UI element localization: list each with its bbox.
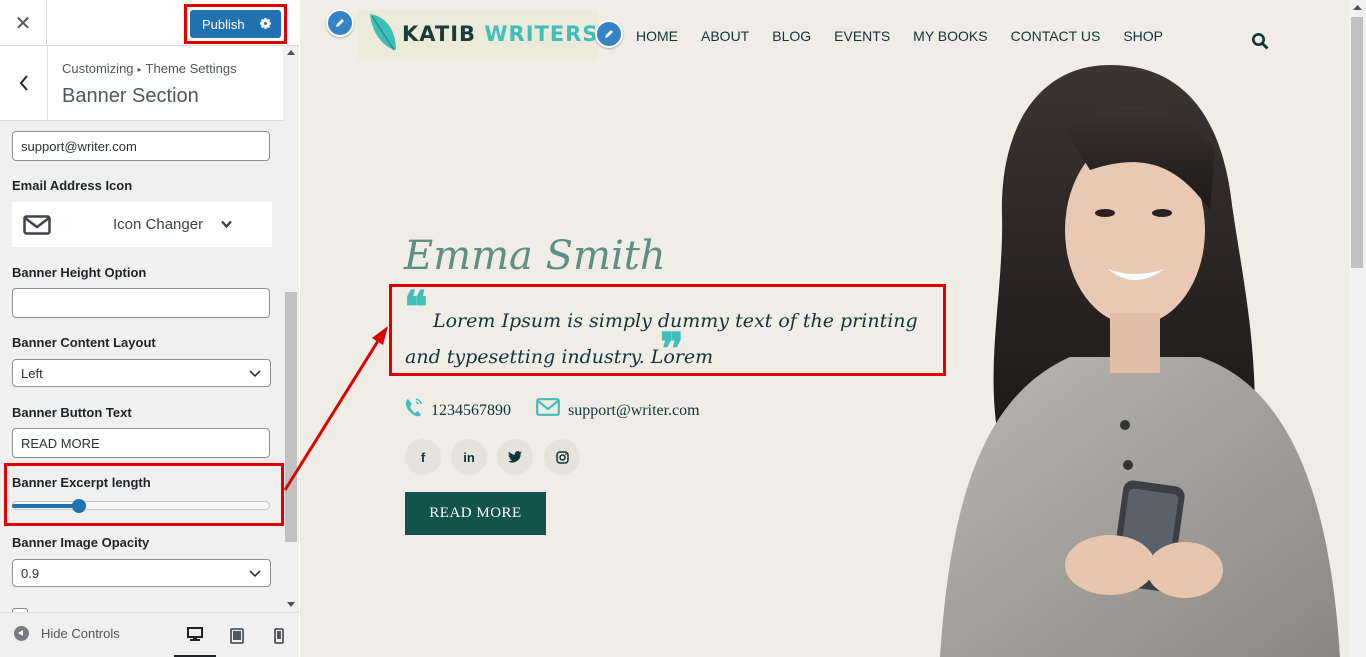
hero-email[interactable]: support@writer.com (568, 402, 700, 420)
excerpt-length-label: Banner Excerpt length (12, 475, 151, 490)
image-opacity-label: Banner Image Opacity (12, 535, 150, 550)
content-layout-value: Left (21, 365, 43, 381)
linkedin-link[interactable]: in (451, 439, 487, 475)
content-layout-select[interactable]: Left (12, 359, 271, 387)
banner-height-label: Banner Height Option (12, 265, 147, 280)
sidebar-scroll-thumb[interactable] (285, 292, 297, 542)
phone-icon (405, 398, 422, 417)
scroll-up-icon[interactable] (1353, 5, 1362, 10)
nav-blog[interactable]: BLOG (772, 28, 811, 44)
hide-controls-button[interactable]: Hide Controls (14, 626, 120, 641)
chevron-left-icon (19, 75, 28, 91)
image-opacity-select[interactable]: 0.9 (12, 559, 271, 587)
facebook-link[interactable]: f (405, 439, 441, 475)
close-customizer-button[interactable]: ✕ (0, 0, 47, 46)
section-title: Banner Section (62, 85, 199, 107)
excerpt-length-thumb[interactable] (72, 499, 87, 513)
search-icon[interactable] (1251, 32, 1269, 50)
site-logo-text: KATIB WRITERS (402, 22, 599, 46)
twitter-icon (508, 451, 522, 463)
nav-about[interactable]: ABOUT (701, 28, 749, 44)
nav-home[interactable]: HOME (636, 28, 678, 44)
chevron-down-icon (249, 370, 261, 378)
banner-woman-image (940, 65, 1340, 657)
site-preview: KATIB WRITERS HOME ABOUT BLOG EVENTS MY … (300, 0, 1349, 657)
nav-contact-us[interactable]: CONTACT US (1011, 28, 1101, 44)
excerpt-highlight (4, 463, 284, 526)
desktop-icon (187, 626, 203, 641)
button-text-label: Banner Button Text (12, 405, 132, 420)
email-field[interactable]: support@writer.com (12, 131, 270, 161)
gear-icon[interactable] (258, 16, 273, 31)
mobile-preview-button[interactable] (258, 613, 300, 657)
button-text-field[interactable]: READ MORE (12, 428, 270, 458)
main-nav: HOME ABOUT BLOG EVENTS MY BOOKS CONTACT … (636, 28, 1186, 44)
close-quote-icon: ❞ (660, 324, 684, 375)
scroll-up-icon[interactable] (287, 50, 295, 55)
email-icon-label: Email Address Icon (12, 178, 133, 193)
feather-icon (370, 14, 396, 51)
collapse-icon (14, 626, 29, 641)
scroll-down-icon[interactable] (287, 602, 295, 607)
instagram-link[interactable] (544, 439, 580, 475)
tablet-icon (230, 627, 244, 644)
icon-changer[interactable]: Icon Changer (12, 202, 272, 247)
banner-height-field[interactable] (12, 288, 270, 318)
preview-scroll-thumb[interactable] (1351, 17, 1363, 268)
chevron-down-icon (249, 570, 261, 578)
content-layout-label: Banner Content Layout (12, 335, 156, 350)
publish-label: Publish (202, 16, 245, 32)
customizer-sidebar: ✕ Publish Customizing ▸ Theme Settings Ban… (0, 0, 299, 657)
facebook-icon: f (420, 449, 426, 465)
close-icon: ✕ (14, 12, 32, 35)
publish-highlight: Publish (184, 4, 287, 44)
desktop-preview-button[interactable] (174, 613, 216, 657)
hero-phone[interactable]: 1234567890 (431, 402, 511, 420)
mobile-icon (274, 627, 284, 644)
linkedin-icon: in (463, 449, 475, 465)
instagram-icon (555, 450, 569, 464)
twitter-link[interactable] (497, 439, 533, 475)
breadcrumb: Customizing ▸ Theme Settings (62, 61, 237, 76)
caret-down-icon (221, 220, 232, 229)
back-button[interactable] (0, 46, 48, 120)
excerpt-length-fill (12, 504, 80, 508)
nav-events[interactable]: EVENTS (834, 28, 890, 44)
customizer-footer: Hide Controls (0, 612, 299, 657)
hero-name: Emma Smith (404, 233, 666, 279)
edit-menu-pencil-button[interactable] (595, 20, 623, 48)
pencil-icon (605, 30, 613, 38)
read-more-button[interactable]: READ MORE (405, 492, 546, 535)
envelope-icon (536, 398, 560, 416)
tablet-preview-button[interactable] (216, 613, 258, 657)
envelope-icon (23, 215, 51, 235)
publish-button[interactable]: Publish (190, 10, 281, 38)
section-header: Customizing ▸ Theme Settings Banner Sectio… (0, 46, 283, 121)
nav-shop[interactable]: SHOP (1123, 28, 1163, 44)
customizer-topbar: ✕ Publish (0, 0, 299, 46)
edit-logo-pencil-button[interactable] (326, 9, 354, 37)
pencil-icon (336, 19, 344, 27)
image-opacity-value: 0.9 (21, 565, 40, 581)
nav-my-books[interactable]: MY BOOKS (913, 28, 987, 44)
